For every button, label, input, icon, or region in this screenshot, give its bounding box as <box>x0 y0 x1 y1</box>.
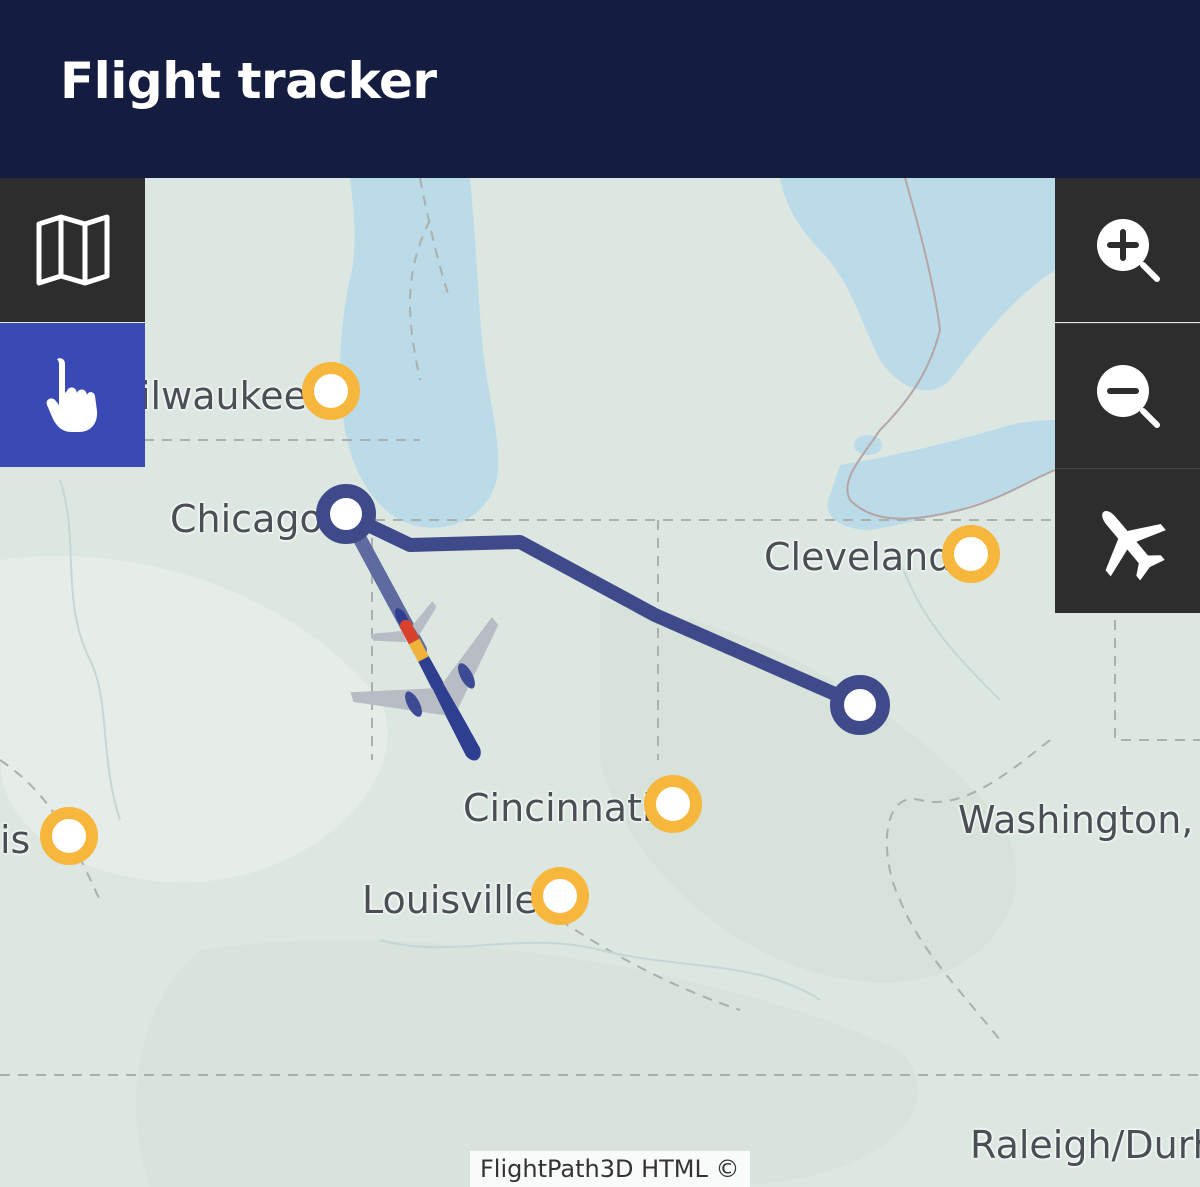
app-header: Flight tracker <box>0 0 1200 178</box>
hand-pointer-icon <box>46 358 97 432</box>
flight-route <box>340 508 867 761</box>
aircraft-marker <box>350 601 499 761</box>
route-destination-marker[interactable] <box>830 675 890 735</box>
map-attribution: FlightPath3D HTML © <box>470 1151 750 1187</box>
page-title: Flight tracker <box>60 52 437 110</box>
route-origin-marker[interactable] <box>316 484 376 544</box>
zoom-in-button[interactable] <box>1055 178 1200 322</box>
follow-flight-button[interactable] <box>1055 468 1200 613</box>
route-line <box>340 508 867 712</box>
zoom-out-icon <box>1096 365 1160 428</box>
map-view[interactable]: ilwaukee Chicago Cleveland Cincinnati is… <box>0 178 1200 1187</box>
zoom-in-icon <box>1096 219 1160 282</box>
map-icon <box>36 214 109 286</box>
map-layers-button[interactable] <box>0 178 145 322</box>
pan-mode-button[interactable] <box>0 323 145 467</box>
airplane-icon <box>1101 510 1166 581</box>
zoom-out-button[interactable] <box>1055 323 1200 468</box>
